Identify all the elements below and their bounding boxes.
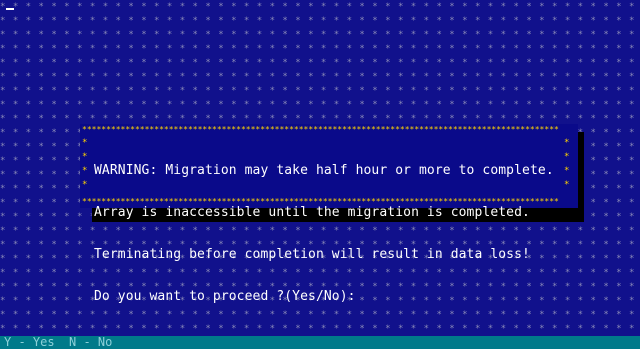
migration-warning-dialog: ****************************************… bbox=[80, 124, 578, 304]
dialog-border-top: ****************************************… bbox=[82, 126, 559, 134]
dialog-border-left: * * * * bbox=[82, 138, 88, 190]
data-loss-line: Terminating before completion will resul… bbox=[94, 247, 530, 262]
dialog-border-bottom: ****************************************… bbox=[82, 198, 559, 206]
warning-line: WARNING: Migration may take half hour or… bbox=[94, 163, 554, 178]
dialog-message: WARNING: Migration may take half hour or… bbox=[94, 136, 564, 332]
inaccessible-line: Array is inaccessible until the migratio… bbox=[94, 205, 530, 220]
bios-screen: * * * * * * * * * * * * * * * * * * * * … bbox=[0, 0, 640, 349]
status-bar: Y - Yes N - No bbox=[0, 336, 640, 349]
proceed-prompt[interactable]: Do you want to proceed ?(Yes/No): bbox=[94, 290, 564, 304]
text-cursor bbox=[6, 8, 14, 10]
dialog-border-right: * * * * bbox=[564, 138, 570, 190]
